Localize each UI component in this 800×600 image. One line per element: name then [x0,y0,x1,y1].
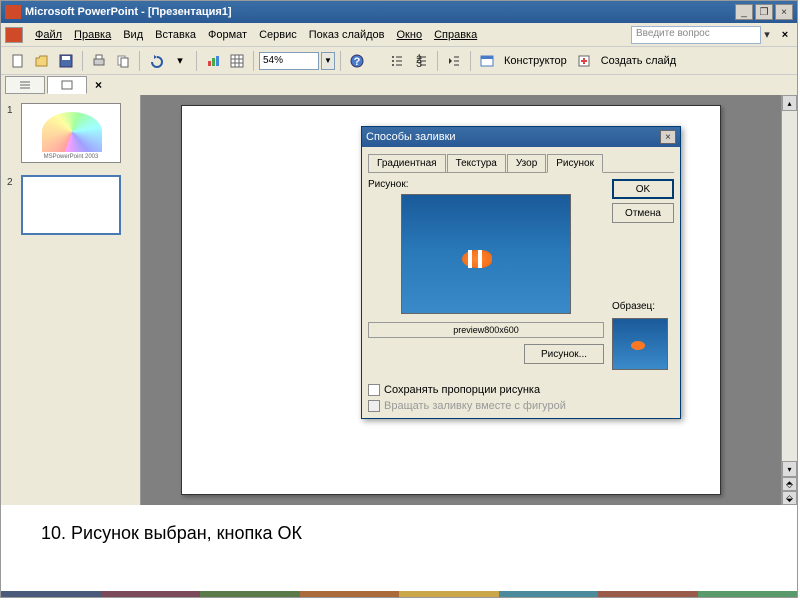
lock-aspect-row[interactable]: Сохранять пропорции рисунка [368,384,674,396]
document-close-button[interactable]: × [777,29,793,41]
svg-text:?: ? [354,56,361,68]
menu-window[interactable]: Окно [391,26,429,44]
design-icon[interactable] [476,50,498,72]
fish-image [462,250,492,268]
insert-chart-icon[interactable] [202,50,224,72]
help-icon[interactable]: ? [346,50,368,72]
fill-effects-dialog: Способы заливки × Градиентная Текстура У… [361,126,681,419]
slides-tab[interactable] [47,76,87,94]
help-dropdown-arrow[interactable]: ▾ [761,28,773,41]
decrease-indent-icon[interactable] [443,50,465,72]
lock-aspect-checkbox[interactable] [368,384,380,396]
lock-aspect-label: Сохранять пропорции рисунка [384,384,540,396]
dialog-title-bar[interactable]: Способы заливки × [362,127,680,147]
vertical-scrollbar[interactable]: ▴ ▾ ⬘ ⬙ [781,95,797,505]
picture-preview [401,194,571,314]
numbering-icon[interactable]: 123 [410,50,432,72]
cancel-button[interactable]: Отмена [612,203,674,223]
app-menu-icon[interactable] [5,27,23,43]
sample-preview [612,318,668,370]
rotate-fill-checkbox [368,400,380,412]
print-icon[interactable] [88,50,110,72]
instruction-caption: 10. Рисунок выбран, кнопка ОК [1,505,797,565]
thumb-caption: MSPowerPoint 2003 [22,154,120,160]
new-document-icon[interactable] [7,50,29,72]
insert-table-icon[interactable] [226,50,248,72]
slide-panel: 1 MSPowerPoint 2003 2 [1,95,141,505]
picture-name-field: preview800x600 [368,322,604,338]
dialog-tabs: Градиентная Текстура Узор Рисунок [368,153,674,173]
new-slide-button[interactable]: Создать слайд [597,55,680,67]
next-slide-button[interactable]: ⬙ [782,491,797,505]
slide-thumbnail[interactable] [21,175,121,235]
menu-view[interactable]: Вид [117,26,149,44]
redo-dropdown-icon[interactable]: ▾ [169,50,191,72]
picture-label: Рисунок: [368,179,604,190]
title-bar: Microsoft PowerPoint - [Презентация1] _ … [1,1,797,23]
tab-texture[interactable]: Текстура [447,154,506,173]
dialog-close-button[interactable]: × [660,130,676,144]
restore-button[interactable]: ❐ [755,4,773,20]
menu-bar: Файл Правка Вид Вставка Формат Сервис По… [1,23,797,47]
rotate-fill-label: Вращать заливку вместе с фигурой [384,400,566,412]
slide-thumb-1[interactable]: 1 MSPowerPoint 2003 [7,103,134,163]
tab-gradient[interactable]: Градиентная [368,154,446,173]
tab-pattern[interactable]: Узор [507,154,546,173]
zoom-input[interactable]: 54% [259,52,319,70]
undo-icon[interactable] [145,50,167,72]
menu-format[interactable]: Формат [202,26,253,44]
menu-edit[interactable]: Правка [68,26,117,44]
view-tabs: × [1,75,797,95]
scroll-down-button[interactable]: ▾ [782,461,797,477]
decorative-strip [1,591,797,597]
dialog-title: Способы заливки [366,131,660,143]
sample-fish-image [631,341,645,350]
slide-number: 1 [7,103,21,163]
save-icon[interactable] [55,50,77,72]
color-fan-graphic [42,112,102,152]
designer-button[interactable]: Конструктор [500,55,571,67]
scroll-track[interactable] [782,111,797,461]
help-search-input[interactable]: Введите вопрос [631,26,761,44]
tab-picture[interactable]: Рисунок [547,154,603,173]
outline-tab[interactable] [5,76,45,94]
svg-text:3: 3 [416,58,422,68]
open-icon[interactable] [31,50,53,72]
prev-slide-button[interactable]: ⬘ [782,477,797,491]
slide-thumbnail[interactable]: MSPowerPoint 2003 [21,103,121,163]
rotate-fill-row: Вращать заливку вместе с фигурой [368,400,674,412]
menu-insert[interactable]: Вставка [149,26,202,44]
sample-label: Образец: [612,301,674,312]
browse-picture-button[interactable]: Рисунок... [524,344,604,364]
menu-file[interactable]: Файл [29,26,68,44]
powerpoint-icon [5,5,21,19]
panel-close-button[interactable]: × [95,78,102,92]
menu-help[interactable]: Справка [428,26,483,44]
ok-button[interactable]: OK [612,179,674,199]
standard-toolbar: ▾ 54% ▼ ? 123 Конструктор Создать слайд [1,47,797,75]
close-button[interactable]: × [775,4,793,20]
window-title: Microsoft PowerPoint - [Презентация1] [25,6,733,18]
new-slide-icon[interactable] [573,50,595,72]
bullets-icon[interactable] [386,50,408,72]
copy-icon[interactable] [112,50,134,72]
slide-thumb-2[interactable]: 2 [7,175,134,235]
zoom-dropdown-arrow[interactable]: ▼ [321,52,335,70]
minimize-button[interactable]: _ [735,4,753,20]
menu-tools[interactable]: Сервис [253,26,303,44]
menu-slideshow[interactable]: Показ слайдов [303,26,391,44]
slide-number: 2 [7,175,21,235]
scroll-up-button[interactable]: ▴ [782,95,797,111]
